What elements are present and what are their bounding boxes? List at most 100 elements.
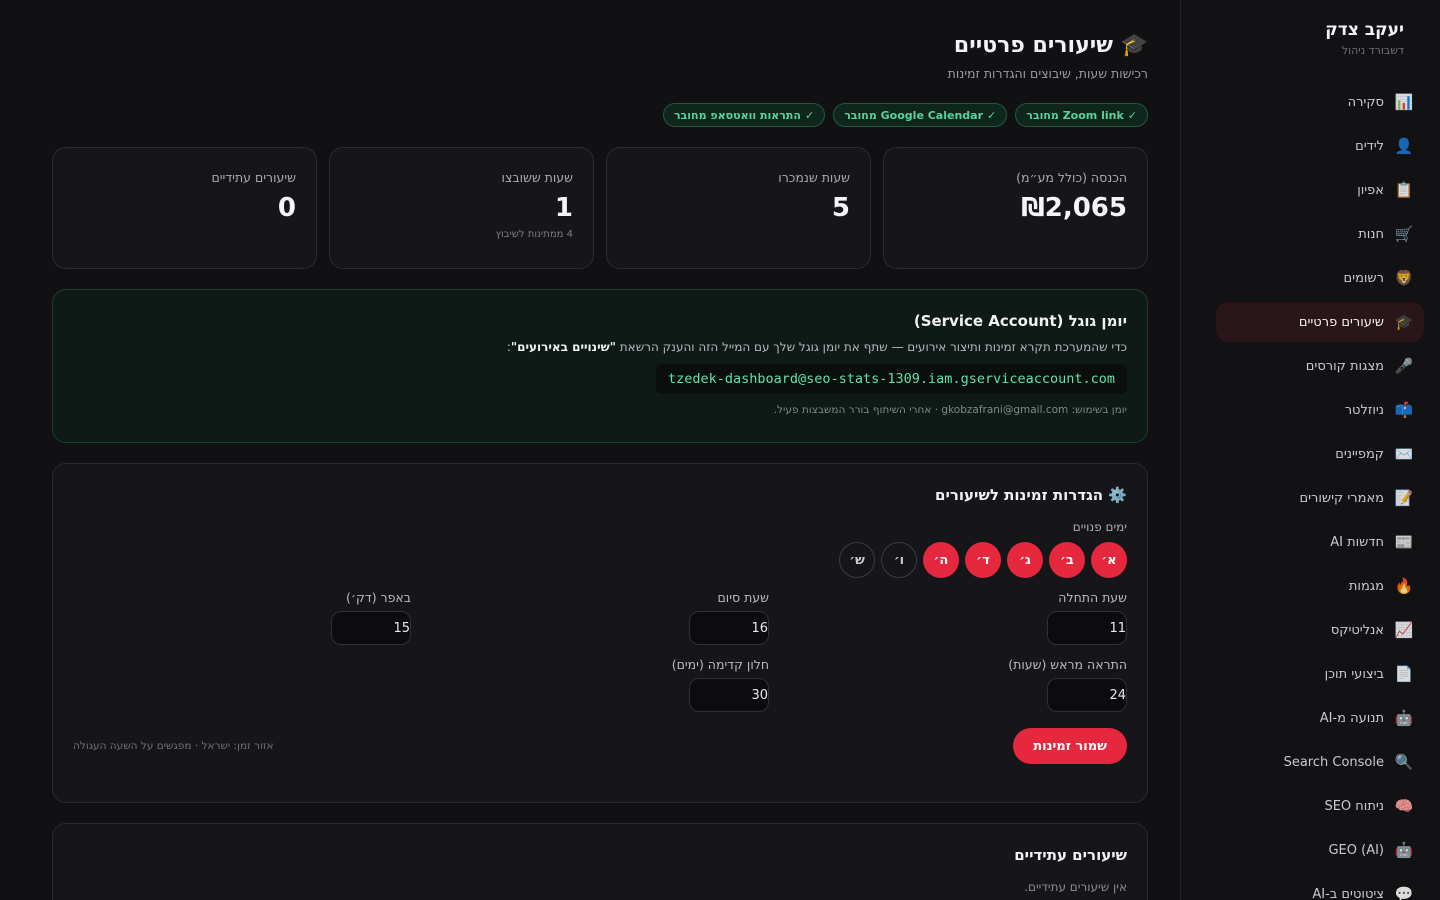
stat-label: שעות שנמכרו	[778, 170, 850, 185]
day-toggle[interactable]: ה׳	[923, 542, 959, 578]
robot-icon: 🤖	[1394, 841, 1414, 859]
user-icon: 👤	[1394, 137, 1414, 155]
sidebar-item-label: חדשות AI	[1330, 534, 1384, 550]
sidebar-item-18[interactable]: 💬 ציטוטים ב-AI	[1216, 874, 1424, 900]
future-lessons-card: שיעורים עתידיים אין שיעורים עתידיים.	[52, 823, 1148, 900]
stat-value: 1	[554, 193, 573, 223]
sidebar-item-12[interactable]: 📈 אנליטיקס	[1216, 610, 1424, 650]
sidebar: יעקב צדק דשבורד ניהול 📊 סקירה 👤 לידים 📋 אפיון…	[1180, 0, 1440, 900]
integration-badge: ✓ התראות וואטסאפ מחובר	[662, 103, 826, 127]
document-icon: 📄	[1394, 665, 1414, 683]
sidebar-item-11[interactable]: 🔥 מגמות	[1216, 566, 1424, 606]
window-field: חלון קדימה (ימים) 30	[431, 657, 769, 712]
save-availability-button[interactable]: שמור זמינות	[1013, 728, 1127, 764]
badge-label: התראות וואטסאפ מחובר	[673, 108, 801, 122]
sidebar-item-0[interactable]: 📊 סקירה	[1216, 82, 1424, 122]
sidebar-item-8[interactable]: ✉️ קמפיינים	[1216, 434, 1424, 474]
sidebar-item-label: ניתוח SEO	[1324, 798, 1384, 814]
day-toggle[interactable]: ו׳	[881, 542, 917, 578]
sidebar-item-3[interactable]: 🛒 חנות	[1216, 214, 1424, 254]
integration-badge: ✓ Google Calendar מחובר	[833, 103, 1008, 127]
brain-icon: 🧠	[1394, 797, 1414, 815]
end-hour-input[interactable]: 16	[689, 611, 769, 645]
stat-label: הכנסה (כולל מע״מ)	[1016, 170, 1127, 185]
window-label: חלון קדימה (ימים)	[671, 657, 769, 672]
google-calendar-card: יומן גוגל (Service Account) כדי שהמערכת …	[52, 289, 1148, 443]
fire-icon: 🔥	[1394, 577, 1414, 595]
notice-input[interactable]: 24	[1047, 678, 1127, 712]
page-header: 🎓 שיעורים פרטיים רכישות שעות, שיבוצים וה…	[52, 33, 1148, 81]
sidebar-item-6[interactable]: 🎤 מצגות קורסים	[1216, 346, 1424, 386]
check-icon: ✓	[987, 108, 997, 122]
sidebar-item-label: מצגות קורסים	[1305, 358, 1384, 374]
availability-title-text: הגדרות זמינות לשיעורים	[935, 486, 1104, 504]
brand-name: יעקב צדק	[1325, 20, 1404, 40]
stat-value: 5	[831, 193, 850, 223]
lion-icon: 🦁	[1394, 269, 1414, 287]
sidebar-item-label: ניוזלטר	[1344, 402, 1384, 418]
stat-card: שעות ששובצו 1 4 ממתינות לשיבוץ	[329, 147, 594, 269]
stat-card: הכנסה (כולל מע״מ) ₪2,065	[883, 147, 1148, 269]
sidebar-item-label: שיעורים פרטיים	[1298, 314, 1384, 330]
day-toggle[interactable]: ד׳	[965, 542, 1001, 578]
sidebar-nav: 📊 סקירה 👤 לידים 📋 אפיון 🛒 חנות 🦁 רשומים 🎓 שיעורים פ…	[1216, 82, 1424, 900]
check-icon: ✓	[804, 108, 815, 122]
sidebar-item-5[interactable]: 🎓 שיעורים פרטיים	[1216, 302, 1424, 342]
page-title: 🎓 שיעורים פרטיים	[52, 33, 1148, 58]
end-hour-label: שעת סיום	[717, 590, 769, 605]
check-icon: ✓	[1127, 108, 1137, 122]
sidebar-item-label: חנות	[1358, 226, 1384, 242]
sidebar-item-1[interactable]: 👤 לידים	[1216, 126, 1424, 166]
graduation-cap-icon: 🎓	[1394, 313, 1414, 331]
sidebar-item-label: מגמות	[1348, 578, 1384, 594]
sidebar-item-15[interactable]: 🔍 Search Console	[1216, 742, 1424, 782]
service-account-email[interactable]: tzedek-dashboard@seo-stats-1309.iam.gser…	[655, 364, 1127, 394]
sidebar-item-label: סקירה	[1347, 94, 1384, 110]
sidebar-item-label: תנועה מ-AI	[1319, 710, 1384, 726]
sidebar-item-13[interactable]: 📄 ביצועי תוכן	[1216, 654, 1424, 694]
day-toggle[interactable]: א׳	[1091, 542, 1127, 578]
sidebar-item-17[interactable]: 🤖 GEO (AI)	[1216, 830, 1424, 870]
day-toggle[interactable]: ב׳	[1049, 542, 1085, 578]
buffer-field: באפר (דק׳) 15	[73, 590, 411, 645]
badge-label: Zoom link מחובר	[1026, 108, 1124, 122]
stat-value: 0	[277, 193, 296, 223]
gcal-desc-bold: "שינויים באירועים"	[510, 340, 616, 354]
gcal-title: יומן גוגל (Service Account)	[913, 312, 1127, 330]
microphone-icon: 🎤	[1394, 357, 1414, 375]
sidebar-item-2[interactable]: 📋 אפיון	[1216, 170, 1424, 210]
sidebar-item-14[interactable]: 🤖 תנועה מ-AI	[1216, 698, 1424, 738]
future-lessons-empty: אין שיעורים עתידיים.	[1024, 880, 1127, 894]
availability-card: ⚙️ הגדרות זמינות לשיעורים ימים פנויים א׳…	[52, 463, 1148, 803]
graduation-cap-icon: 🎓	[1120, 33, 1148, 58]
integration-badges: ✓ Zoom link מחובר ✓ Google Calendar מחובר ✓ ה…	[52, 103, 1148, 127]
cart-icon: 🛒	[1394, 225, 1414, 243]
sidebar-item-label: לידים	[1355, 138, 1384, 154]
days-selector: א׳ ב׳ ג׳ ד׳ ה׳ ו׳ ש׳	[73, 542, 1127, 578]
days-label: ימים פנויים	[1072, 520, 1127, 534]
notice-field: התראה מראש (שעות) 24	[789, 657, 1127, 712]
integration-badge: ✓ Zoom link מחובר	[1015, 103, 1148, 127]
start-hour-input[interactable]: 11	[1047, 611, 1127, 645]
sidebar-item-label: ציטוטים ב-AI	[1312, 886, 1384, 900]
timezone-note: אזור זמן: ישראל · מפגשים על השעה העגולה	[73, 740, 274, 752]
brand: יעקב צדק דשבורד ניהול	[1181, 0, 1440, 57]
bar-chart-icon: 📊	[1394, 93, 1414, 111]
buffer-input[interactable]: 15	[331, 611, 411, 645]
envelope-icon: ✉️	[1394, 445, 1414, 463]
sidebar-item-label: מאמרי קישורים	[1299, 490, 1384, 506]
sidebar-item-4[interactable]: 🦁 רשומים	[1216, 258, 1424, 298]
buffer-label: באפר (דק׳)	[345, 590, 411, 605]
window-input[interactable]: 30	[689, 678, 769, 712]
sidebar-item-9[interactable]: 📝 מאמרי קישורים	[1216, 478, 1424, 518]
day-toggle[interactable]: ג׳	[1007, 542, 1043, 578]
memo-icon: 📝	[1394, 489, 1414, 507]
day-toggle[interactable]: ש׳	[839, 542, 875, 578]
sidebar-item-7[interactable]: 📫 ניוזלטר	[1216, 390, 1424, 430]
stat-label: שיעורים עתידיים	[211, 170, 296, 185]
sidebar-item-10[interactable]: 📰 חדשות AI	[1216, 522, 1424, 562]
gcal-footnote: יומן בשימוש: gkobzafrani@gmail.com · אחר…	[773, 404, 1127, 416]
newspaper-icon: 📰	[1394, 533, 1414, 551]
gcal-description: כדי שהמערכת תקרא זמינות ותיצור אירועים —…	[73, 340, 1127, 354]
sidebar-item-16[interactable]: 🧠 ניתוח SEO	[1216, 786, 1424, 826]
